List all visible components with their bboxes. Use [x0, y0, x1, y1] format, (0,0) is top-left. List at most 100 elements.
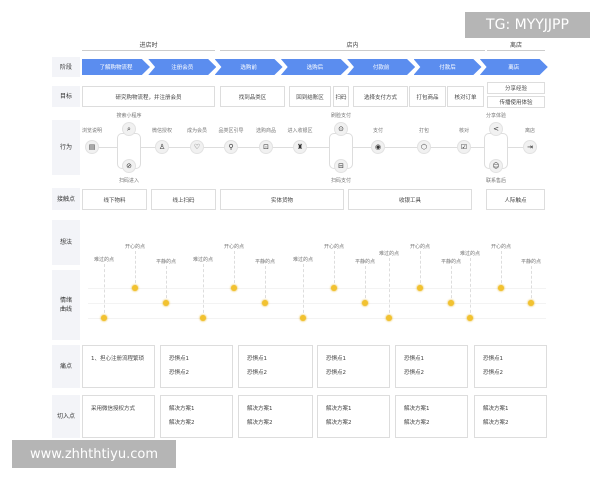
pain-point-card-item: 恐惧点2 [404, 370, 424, 377]
entry-point-card-item: 解决方案2 [169, 420, 195, 427]
action-label: 搜索小程序 [116, 113, 142, 119]
emotion-guide [104, 264, 105, 318]
section-divider [82, 50, 215, 51]
emotion-point-happy [417, 285, 423, 291]
pin-icon[interactable]: ⚲ [224, 140, 238, 154]
action-label: 离店 [524, 128, 536, 134]
emotion-level-line [88, 318, 546, 319]
pain-point-card: 恐惧点1 恐惧点2 [160, 345, 233, 388]
emotion-label: 难过的点 [292, 257, 314, 263]
emotion-guide [451, 266, 452, 303]
emotion-point-happy [231, 285, 237, 291]
stage-arrow[interactable]: 选购后 [280, 59, 349, 75]
entry-point-card-item: 解决方案1 [169, 406, 195, 412]
entry-point-card-item: 解决方案1 [404, 406, 430, 412]
emotion-point-calm [448, 300, 454, 306]
goal-box: 分享经验 [487, 82, 545, 94]
compass-icon[interactable]: ⊘ [122, 159, 136, 173]
emotion-point-sad [300, 315, 306, 321]
emotion-guide [365, 266, 366, 303]
emotion-guide [389, 258, 390, 318]
section-label: 店内 [346, 42, 359, 49]
emotion-guide [166, 266, 167, 303]
touchpoint-box: 人际触点 [486, 189, 545, 210]
emotion-label: 平静的点 [354, 259, 376, 265]
money-bag-icon[interactable]: ♜ [293, 140, 307, 154]
stage-arrow[interactable]: 付款前 [347, 59, 416, 75]
search-icon[interactable]: ⌕ [122, 122, 136, 136]
emotion-label: 平静的点 [254, 259, 276, 265]
emotion-point-happy [331, 285, 337, 291]
touchpoint-box: 线下物料 [82, 189, 147, 210]
pain-point-card-item: 恐惧点1 [326, 356, 346, 362]
entry-point-card-item: 解决方案2 [483, 420, 509, 427]
emotion-guide [265, 266, 266, 303]
emotion-guide [334, 251, 335, 288]
pain-point-card-item: 恐惧点1 [169, 356, 189, 362]
goal-box: 扫码 [333, 86, 349, 107]
emotion-level-line [88, 288, 546, 289]
pain-point-card: 恐惧点1 恐惧点2 [238, 345, 313, 388]
entry-point-card: 解决方案1 解决方案2 [238, 395, 313, 438]
entry-point-card: 解决方案1 解决方案2 [395, 395, 468, 438]
touchpoint-box: 线上扫码 [151, 189, 216, 210]
pain-point-card-item: 1、担心注册流程繁琐 [91, 356, 144, 362]
emotion-point-calm [262, 300, 268, 306]
stage-arrow[interactable]: 注册会员 [148, 59, 217, 75]
coin-icon[interactable]: ◉ [371, 140, 385, 154]
emotion-label: 平静的点 [155, 259, 177, 265]
row-label-behavior: 行为 [52, 120, 80, 175]
emotion-guide [501, 251, 502, 288]
emotion-label: 开心的点 [323, 244, 345, 250]
package-icon[interactable]: ⬡ [417, 140, 431, 154]
stage-arrow[interactable]: 付款后 [413, 59, 482, 75]
scan-icon[interactable]: ⊟ [334, 159, 348, 173]
exit-icon[interactable]: ⇥ [523, 140, 537, 154]
action-label: 进入收银区 [287, 128, 313, 134]
support-icon[interactable]: ☺ [489, 159, 503, 173]
entry-point-card-item: 解决方案1 [483, 406, 509, 412]
emotion-level-line [88, 303, 546, 304]
action-label: 支付 [372, 128, 384, 134]
entry-point-card: 解决方案1 解决方案2 [317, 395, 390, 438]
cart-icon[interactable]: ⊡ [259, 140, 273, 154]
share-icon[interactable]: < [489, 122, 503, 136]
action-label: 刷脸支付 [330, 113, 352, 119]
emotion-guide [135, 251, 136, 288]
action-label: 品类区引导 [218, 128, 244, 134]
checklist-icon[interactable]: ☑ [457, 140, 471, 154]
emotion-point-calm [163, 300, 169, 306]
goal-box: 打包商品 [409, 86, 446, 107]
pain-point-card-item: 恐惧点2 [326, 370, 346, 377]
emotion-point-calm [362, 300, 368, 306]
entry-point-card-item: 解决方案1 [326, 406, 352, 412]
emotion-label: 开心的点 [223, 244, 245, 250]
face-scan-icon[interactable]: ⊙ [334, 122, 348, 136]
stage-arrow[interactable]: 了解购物流程 [82, 59, 150, 75]
emotion-label: 开心的点 [409, 244, 431, 250]
action-label: 扫码支付 [330, 178, 352, 184]
action-label: 微信授权 [151, 128, 173, 134]
entry-point-card: 解决方案1 解决方案2 [160, 395, 233, 438]
row-label-emotion: 情绪 曲线 [52, 270, 80, 340]
row-label-thought: 想法 [52, 220, 80, 265]
pain-point-card: 1、担心注册流程繁琐 [82, 345, 155, 388]
stage-arrow[interactable]: 离店 [479, 59, 548, 75]
pain-point-card-item: 恐惧点1 [247, 356, 267, 362]
entry-point-card-item: 解决方案2 [247, 420, 273, 427]
emotion-label: 难过的点 [378, 251, 400, 257]
stage-arrow[interactable]: 选购前 [214, 59, 283, 75]
pain-point-card-item: 恐惧点2 [247, 370, 267, 377]
diamond-icon[interactable]: ♡ [190, 140, 204, 154]
emotion-label: 难过的点 [459, 251, 481, 257]
pain-point-card: 恐惧点1 恐惧点2 [474, 345, 547, 388]
emotion-guide [203, 264, 204, 318]
pain-point-card-item: 恐惧点1 [483, 356, 503, 362]
user-icon[interactable]: ♙ [155, 140, 169, 154]
entry-point-card-item: 解决方案2 [326, 420, 352, 427]
document-icon[interactable]: ▤ [85, 140, 99, 154]
pain-point-card: 恐惧点1 恐惧点2 [395, 345, 468, 388]
goal-box: 选择支付方式 [353, 86, 408, 107]
emotion-guide [531, 266, 532, 303]
emotion-point-sad [467, 315, 473, 321]
